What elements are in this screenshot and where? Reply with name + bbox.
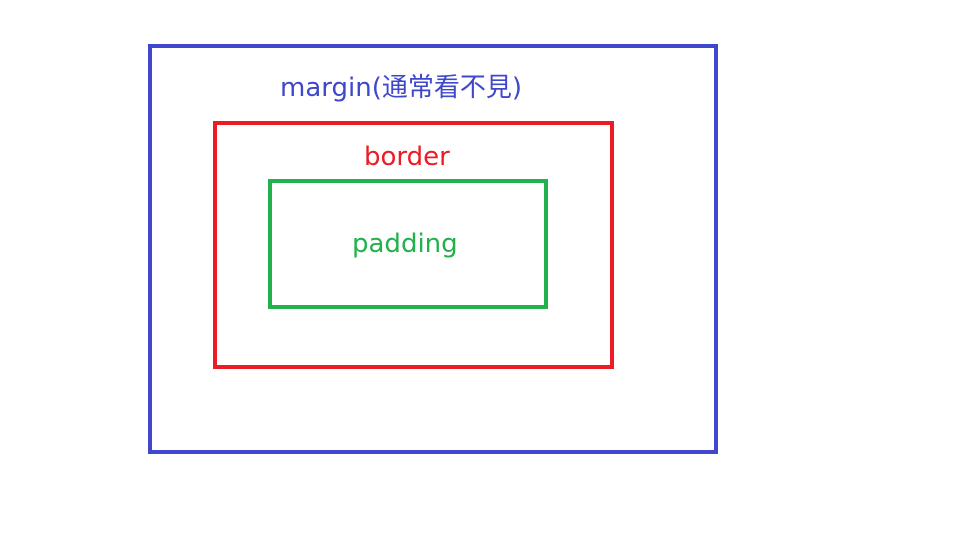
border-label: border — [364, 142, 450, 172]
box-model-diagram: margin(通常看不見) border padding — [0, 0, 960, 540]
margin-label: margin(通常看不見) — [280, 73, 522, 103]
padding-label: padding — [352, 229, 458, 259]
